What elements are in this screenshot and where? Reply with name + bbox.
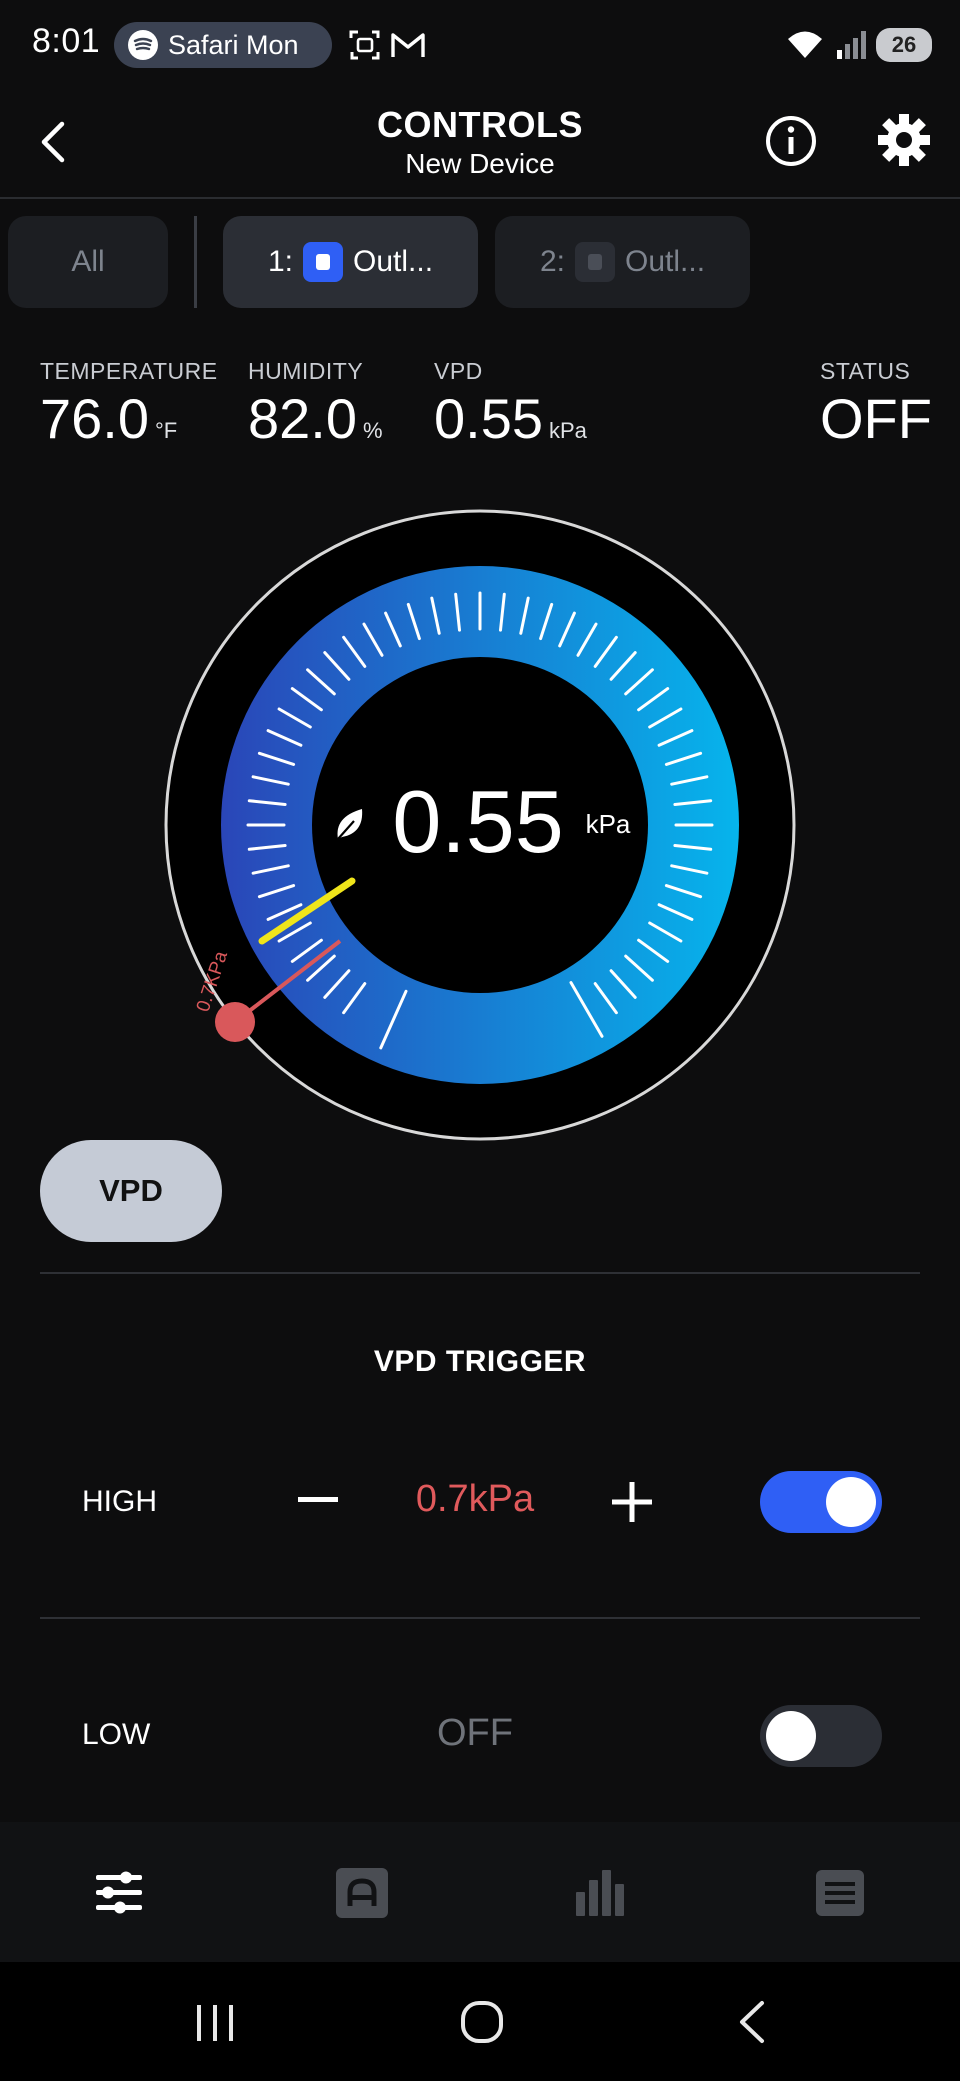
media-pill-label: Safari Mon bbox=[168, 29, 299, 60]
gmail-icon bbox=[390, 30, 426, 65]
plus-icon bbox=[612, 1482, 652, 1522]
temperature-label: TEMPERATURE bbox=[40, 358, 218, 384]
high-threshold-value: 0.7kPa bbox=[415, 1478, 535, 1520]
high-increase-button[interactable] bbox=[610, 1480, 654, 1524]
row-divider bbox=[40, 1617, 920, 1619]
vpd-mode-button[interactable]: VPD bbox=[40, 1140, 222, 1242]
back-icon bbox=[740, 2001, 764, 2043]
tab-outlet-2[interactable]: 2: Outl... bbox=[495, 216, 750, 308]
spotify-icon bbox=[128, 30, 158, 60]
signal-icon bbox=[836, 30, 868, 65]
nav-controls[interactable] bbox=[94, 1869, 144, 1917]
minus-icon bbox=[298, 1497, 338, 1502]
temperature-unit: °F bbox=[155, 418, 178, 443]
gauge-value: 0.55 bbox=[392, 772, 563, 871]
low-trigger-toggle[interactable] bbox=[760, 1705, 882, 1767]
toggle-knob bbox=[826, 1477, 876, 1527]
battery-icon: 26 bbox=[876, 28, 932, 62]
vpd-gauge[interactable]: 0.7KPa 0.55 kPa bbox=[160, 505, 800, 1145]
nav-automation[interactable] bbox=[336, 1868, 388, 1918]
section-divider bbox=[40, 1272, 920, 1274]
tab-all-label: All bbox=[71, 245, 105, 278]
tab-outlet-2-label: Outl... bbox=[625, 245, 706, 278]
sliders-icon bbox=[96, 1871, 142, 1914]
screenshot-icon bbox=[348, 28, 382, 67]
nav-logs[interactable] bbox=[816, 1870, 864, 1916]
vpd-value: 0.55 kPa bbox=[434, 386, 587, 451]
tab-outlet-1-number: 1: bbox=[267, 245, 293, 278]
outlet-icon bbox=[303, 242, 343, 282]
status-time: 8:01 bbox=[32, 22, 101, 60]
temperature-number: 76.0 bbox=[40, 387, 149, 450]
system-recents-button[interactable] bbox=[194, 2003, 238, 2043]
home-icon bbox=[461, 2001, 503, 2043]
header-divider bbox=[0, 197, 960, 199]
tab-outlet-2-number: 2: bbox=[539, 245, 565, 278]
toggle-knob bbox=[766, 1711, 816, 1761]
settings-button[interactable] bbox=[876, 112, 932, 168]
tab-outlet-1[interactable]: 1: Outl... bbox=[223, 216, 478, 308]
high-decrease-button[interactable] bbox=[296, 1478, 340, 1522]
vpd-number: 0.55 bbox=[434, 387, 543, 450]
low-threshold-value: OFF bbox=[437, 1712, 513, 1754]
wifi-icon bbox=[786, 28, 824, 65]
vpd-label: VPD bbox=[434, 358, 483, 384]
tab-divider bbox=[194, 216, 197, 308]
humidity-value: 82.0% bbox=[248, 386, 383, 451]
humidity-label: HUMIDITY bbox=[248, 358, 364, 384]
bar-chart-icon bbox=[576, 1870, 624, 1916]
high-label: HIGH bbox=[82, 1485, 157, 1518]
humidity-unit: % bbox=[363, 418, 383, 443]
system-home-button[interactable] bbox=[460, 2000, 504, 2044]
automation-icon bbox=[336, 1868, 388, 1918]
info-icon bbox=[766, 116, 816, 166]
low-label: LOW bbox=[82, 1718, 151, 1751]
status-value: OFF bbox=[820, 387, 932, 450]
status-label: STATUS bbox=[820, 358, 911, 384]
tab-all[interactable]: All bbox=[8, 216, 168, 308]
recents-icon bbox=[197, 2005, 233, 2041]
battery-level: 26 bbox=[891, 32, 917, 57]
media-pill[interactable]: Safari Mon bbox=[114, 22, 332, 68]
gauge-unit: kPa bbox=[586, 809, 631, 839]
outlet-icon bbox=[575, 242, 615, 282]
vpd-unit: kPa bbox=[549, 418, 587, 443]
gauge-marker-handle[interactable] bbox=[215, 1002, 255, 1042]
tab-outlet-1-label: Outl... bbox=[353, 245, 434, 278]
gear-icon bbox=[878, 114, 930, 166]
trigger-title: VPD TRIGGER bbox=[373, 1345, 587, 1378]
system-back-button[interactable] bbox=[736, 2000, 768, 2044]
humidity-number: 82.0 bbox=[248, 387, 357, 450]
nav-data[interactable] bbox=[576, 1870, 624, 1916]
info-button[interactable] bbox=[764, 114, 818, 168]
high-trigger-toggle[interactable] bbox=[760, 1471, 882, 1533]
list-icon bbox=[816, 1870, 864, 1916]
temperature-value: 76.0 °F bbox=[40, 386, 177, 451]
